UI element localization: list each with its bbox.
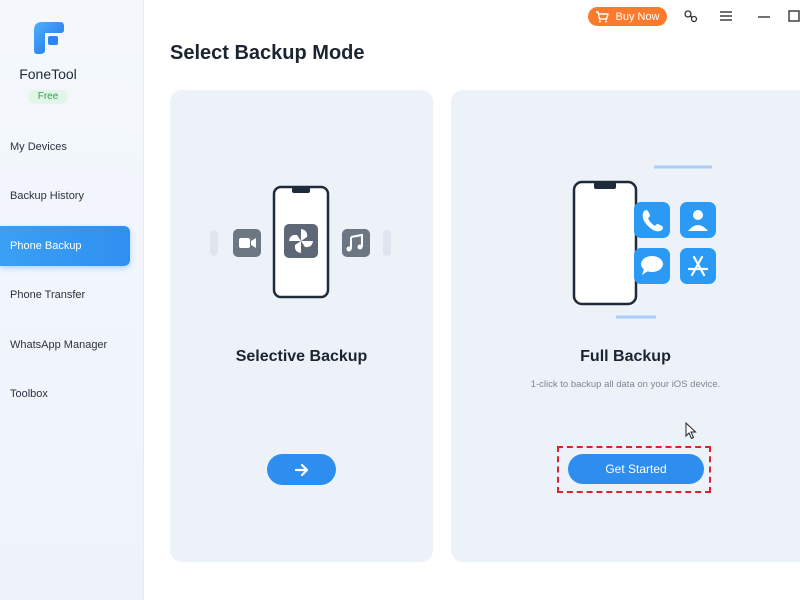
maximize-icon[interactable] (786, 8, 800, 24)
arrow-right-icon (294, 463, 308, 476)
sidebar-item-phone-backup[interactable]: Phone Backup (0, 226, 130, 266)
full-backup-illustration (572, 165, 716, 319)
menu-icon[interactable] (718, 8, 734, 24)
sidebar-item-my-devices[interactable]: My Devices (0, 127, 130, 167)
mouse-cursor-icon (685, 422, 697, 440)
selective-backup-title: Selective Backup (235, 348, 368, 365)
music-icon (342, 229, 370, 257)
full-backup-title: Full Backup (580, 348, 671, 365)
buy-now-label: Buy Now (615, 10, 660, 23)
sidebar: FoneTool Free My Devices Backup History … (0, 0, 144, 600)
app-store-icon (680, 248, 716, 284)
phone-call-icon (634, 202, 670, 238)
app-name: FoneTool (19, 66, 77, 82)
buy-now-button[interactable]: Buy Now (588, 7, 667, 26)
full-backup-description: 1-click to backup all data on your iOS d… (530, 379, 721, 390)
fonetool-logo-icon (34, 22, 64, 54)
phone-illustration (572, 180, 638, 306)
sidebar-item-phone-transfer[interactable]: Phone Transfer (0, 275, 130, 315)
selective-backup-arrow-button[interactable] (267, 454, 336, 485)
get-started-button[interactable]: Get Started (568, 454, 704, 484)
messages-icon (634, 248, 670, 284)
cart-icon (596, 10, 610, 22)
contacts-icon (680, 202, 716, 238)
sidebar-item-backup-history[interactable]: Backup History (0, 176, 130, 216)
selective-backup-card[interactable]: Selective Backup (170, 90, 433, 562)
page-title: Select Backup Mode (170, 42, 365, 64)
link-icon[interactable] (683, 8, 699, 24)
minimize-icon[interactable] (756, 8, 772, 24)
phone-illustration (272, 185, 330, 299)
video-icon (233, 229, 261, 257)
selective-backup-illustration (210, 185, 391, 299)
full-backup-card[interactable]: Full Backup 1-click to backup all data o… (451, 90, 800, 562)
sidebar-item-toolbox[interactable]: Toolbox (0, 374, 130, 414)
plan-badge: Free (28, 90, 68, 104)
sidebar-item-whatsapp-manager[interactable]: WhatsApp Manager (0, 325, 130, 365)
